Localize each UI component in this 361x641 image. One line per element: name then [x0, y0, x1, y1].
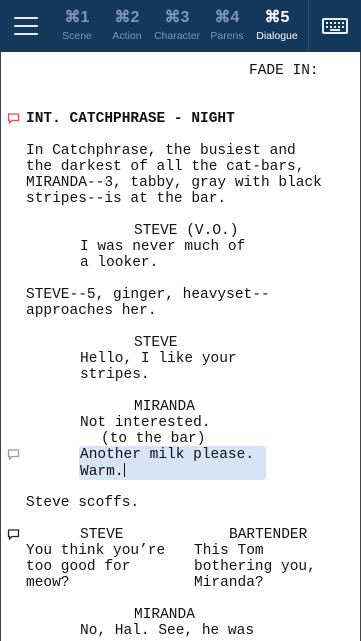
tab-shortcut: ⌘3	[164, 9, 190, 26]
dual-dialogue-left[interactable]: too good for	[26, 559, 130, 575]
dual-character-cue-right[interactable]: BARTENDER	[229, 527, 307, 543]
tab-parens[interactable]: ⌘4 Parens	[202, 0, 252, 52]
character-cue[interactable]: MIRANDA	[134, 399, 195, 415]
note-icon[interactable]	[7, 529, 20, 540]
transition[interactable]: FADE IN:	[249, 63, 319, 79]
character-cue[interactable]: STEVE (V.O.)	[134, 223, 238, 239]
dialogue-line[interactable]: stripes.	[80, 367, 150, 383]
dialogue-line-active[interactable]: Warm.	[80, 463, 125, 480]
dialogue-line[interactable]: Not interested.	[80, 415, 211, 431]
tab-shortcut: ⌘1	[64, 9, 90, 26]
dialogue-line[interactable]: a looker.	[80, 255, 158, 271]
action-line[interactable]: MIRANDA--3, tabby, gray with black	[26, 175, 322, 191]
dual-dialogue-right[interactable]: This Tom	[194, 543, 264, 559]
note-icon[interactable]	[7, 113, 20, 124]
tab-action[interactable]: ⌘2 Action	[102, 0, 152, 52]
action-line[interactable]: Steve scoffs.	[26, 495, 139, 511]
tab-scene[interactable]: ⌘1 Scene	[52, 0, 102, 52]
dialogue-text: Warm.	[80, 464, 124, 480]
tab-label: Action	[112, 30, 142, 42]
screenplay-page[interactable]: FADE IN: INT. CATCHPHRASE - NIGHT In Cat…	[0, 52, 361, 641]
tab-shortcut: ⌘5	[264, 9, 290, 26]
tab-shortcut: ⌘4	[214, 9, 240, 26]
hamburger-icon	[14, 17, 38, 35]
dual-dialogue-left[interactable]: meow?	[26, 575, 70, 591]
dialogue-line[interactable]: No, Hal. See, he was	[80, 623, 254, 639]
dual-character-cue-left[interactable]: STEVE	[80, 527, 124, 543]
dual-dialogue-right[interactable]: Miranda?	[194, 575, 264, 591]
tab-label: Character	[153, 30, 201, 42]
dialogue-line[interactable]: Hello, I like your	[80, 351, 237, 367]
dual-dialogue-right[interactable]: bothering you,	[194, 559, 316, 575]
tab-character[interactable]: ⌘3 Character	[152, 0, 202, 52]
parenthetical[interactable]: (to the bar)	[101, 431, 205, 447]
dual-dialogue-left[interactable]: You think you’re	[26, 543, 165, 559]
dialogue-line[interactable]: Another milk please.	[80, 447, 254, 463]
tab-label: Parens	[210, 30, 244, 42]
action-line[interactable]: In Catchphrase, the busiest and	[26, 143, 296, 159]
menu-button[interactable]	[0, 0, 52, 52]
action-line[interactable]: stripes--is at the bar.	[26, 191, 226, 207]
tab-label: Dialogue	[256, 30, 298, 42]
tab-label: Scene	[62, 30, 92, 42]
character-cue[interactable]: STEVE	[134, 335, 178, 351]
keyboard-button[interactable]	[308, 0, 361, 52]
character-cue[interactable]: MIRANDA	[134, 607, 195, 623]
action-line[interactable]: STEVE--5, ginger, heavyset--	[26, 287, 270, 303]
note-icon[interactable]	[7, 449, 20, 460]
tab-shortcut: ⌘2	[114, 9, 140, 26]
dialogue-line[interactable]: I was never much of	[80, 239, 245, 255]
keyboard-icon	[322, 18, 348, 34]
scene-heading[interactable]: INT. CATCHPHRASE - NIGHT	[26, 111, 235, 127]
action-line[interactable]: the darkest of all the cat-bars,	[26, 159, 304, 175]
action-line[interactable]: approaches her.	[26, 303, 157, 319]
tab-dialogue[interactable]: ⌘5 Dialogue	[252, 0, 302, 52]
text-cursor	[123, 463, 125, 477]
element-toolbar: ⌘1 Scene ⌘2 Action ⌘3 Character ⌘4 Paren…	[0, 0, 361, 52]
